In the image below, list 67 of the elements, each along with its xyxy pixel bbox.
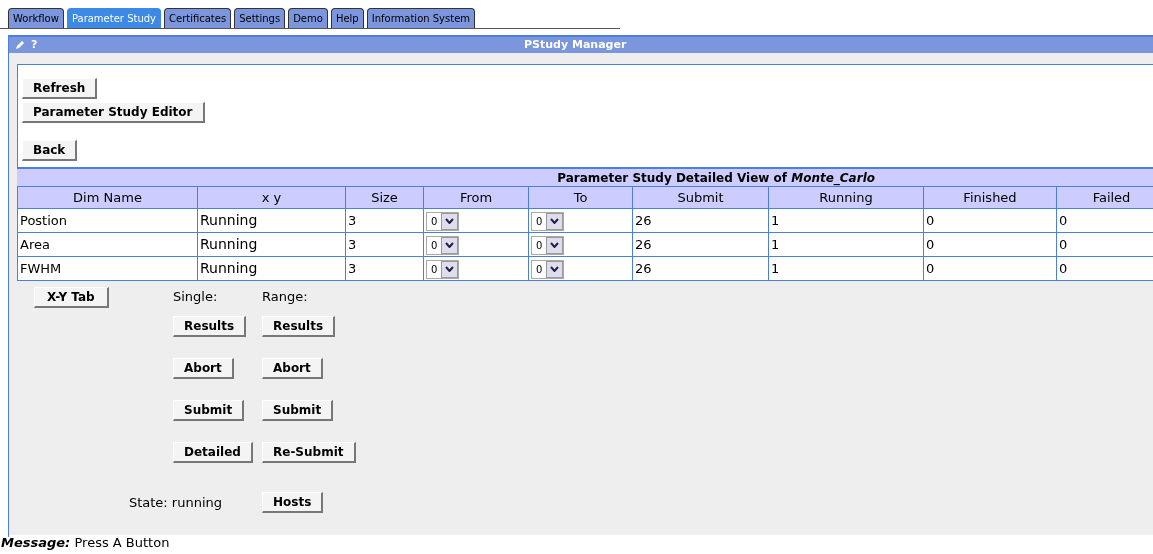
table-title: Parameter Study Detailed View of Monte_Carlo	[17, 168, 1153, 186]
dropdown[interactable]: 0	[531, 211, 565, 231]
chevron-down-icon	[550, 242, 560, 248]
chevron-down-icon	[445, 242, 455, 248]
button[interactable]: Abort	[262, 358, 323, 379]
range-label: Range:	[262, 288, 308, 306]
message-text: Press A Button	[74, 535, 170, 550]
table-cell: Postion	[17, 208, 198, 233]
table-cell: 3	[345, 232, 424, 257]
table-cell: Area	[17, 232, 198, 257]
column-header: x y	[197, 186, 346, 209]
xy-tab-button[interactable]: X-Y Tab	[34, 287, 109, 308]
tab[interactable]: Demo	[288, 8, 328, 28]
state-text: State: running	[128, 494, 222, 513]
table-cell: Running	[197, 232, 346, 257]
button[interactable]: Abort	[173, 358, 234, 379]
button[interactable]: Detailed	[173, 442, 253, 463]
table-cell: 1	[768, 208, 924, 233]
table-cell: 0	[923, 232, 1057, 257]
column-header: Size	[345, 186, 424, 209]
hosts-button[interactable]: Hosts	[262, 492, 324, 513]
table-cell: 1	[768, 256, 924, 281]
single-label: Single:	[173, 288, 218, 306]
dropdown[interactable]: 0	[426, 235, 460, 255]
dropdown[interactable]: 0	[426, 211, 460, 231]
column-header: Failed	[1056, 186, 1153, 209]
chevron-down-icon	[550, 266, 560, 272]
dropdown[interactable]: 0	[426, 259, 460, 279]
table-cell: 3	[345, 256, 424, 281]
column-header: From	[423, 186, 529, 209]
button[interactable]: Parameter Study Editor	[22, 102, 205, 123]
tab[interactable]: Settings	[234, 8, 286, 28]
button[interactable]: Re-Submit	[262, 442, 356, 463]
button[interactable]: Submit	[173, 400, 245, 421]
column-header: Dim Name	[17, 186, 198, 209]
message-label: Message:	[1, 535, 71, 550]
pencil-icon[interactable]	[15, 40, 25, 50]
table-cell: Running	[197, 256, 346, 281]
tab[interactable]: Certificates	[164, 8, 232, 28]
table-cell: 26	[632, 256, 769, 281]
chevron-down-icon	[445, 218, 455, 224]
table-cell: 0	[923, 256, 1057, 281]
tab[interactable]: Parameter Study	[66, 8, 161, 28]
table-cell: FWHM	[17, 256, 198, 281]
column-header: Submit	[632, 186, 769, 209]
button[interactable]: Submit	[262, 400, 334, 421]
column-header: To	[528, 186, 633, 209]
table-cell: 26	[632, 208, 769, 233]
table-cell: 3	[345, 208, 424, 233]
table-cell: Running	[197, 208, 346, 233]
table-cell: 1	[768, 232, 924, 257]
chevron-down-icon	[550, 218, 560, 224]
table-cell: 26	[632, 232, 769, 257]
dropdown[interactable]: 0	[531, 235, 565, 255]
button[interactable]: Results	[173, 316, 247, 337]
panel-title: PStudy Manager	[524, 36, 628, 53]
tab[interactable]: Information System	[366, 8, 476, 28]
dropdown[interactable]: 0	[531, 259, 565, 279]
tab[interactable]: Help	[330, 8, 364, 28]
column-header: Finished	[923, 186, 1057, 209]
button[interactable]: Refresh	[22, 78, 98, 99]
chevron-down-icon	[445, 266, 455, 272]
button[interactable]: Back	[22, 140, 78, 161]
column-header: Running	[768, 186, 924, 209]
table-cell: 0	[923, 208, 1057, 233]
tab[interactable]: Workflow	[8, 8, 64, 28]
button[interactable]: Results	[262, 316, 336, 337]
